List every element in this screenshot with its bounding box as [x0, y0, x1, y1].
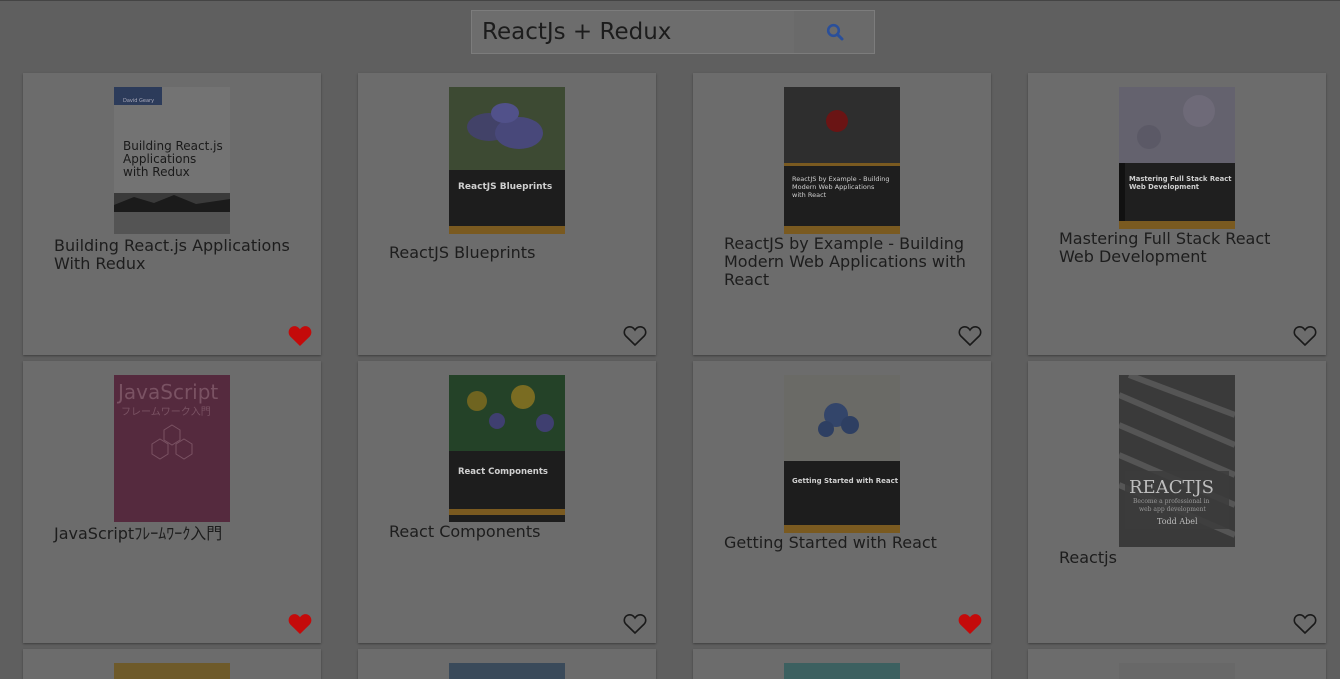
svg-text:David Geary: David Geary: [123, 98, 154, 104]
book-cover[interactable]: David Geary Building React.js Applicatio…: [114, 87, 230, 234]
book-cover-art: David Geary Building React.js Applicatio…: [114, 87, 230, 234]
svg-text:ReactJS by Example - Building: ReactJS by Example - Building: [792, 175, 890, 183]
svg-text:ReactJS Blueprints: ReactJS Blueprints: [458, 182, 552, 192]
heart-filled-icon: [958, 614, 982, 634]
book-card-partial: [693, 649, 991, 679]
book-title[interactable]: Reactjs: [1059, 549, 1309, 567]
search-bar: [471, 10, 875, 54]
book-card: ReactJS Blueprints ReactJS Blueprints: [358, 73, 656, 355]
book-card: React Components React Components: [358, 361, 656, 643]
book-card-partial: [23, 649, 321, 679]
book-cover[interactable]: REACTJS Become a professional in web app…: [1119, 375, 1235, 547]
svg-text:Mastering Full Stack React: Mastering Full Stack React: [1129, 175, 1232, 183]
book-title[interactable]: JavaScriptﾌﾚｰﾑﾜｰｸ入門: [54, 525, 304, 543]
book-cover-art: ReactJS by Example - Building Modern Web…: [784, 87, 900, 234]
book-card: Mastering Full Stack React Web Developme…: [1028, 73, 1326, 355]
svg-text:with Redux: with Redux: [123, 165, 190, 179]
favorite-button[interactable]: [623, 325, 649, 349]
favorite-button[interactable]: [1293, 325, 1319, 349]
top-border: [0, 0, 1340, 1]
svg-text:Applications: Applications: [123, 152, 196, 166]
book-cover[interactable]: Mastering Full Stack React Web Developme…: [1119, 87, 1235, 229]
favorite-button[interactable]: [623, 613, 649, 637]
favorite-button[interactable]: [958, 613, 984, 637]
book-card-partial: [1028, 649, 1326, 679]
book-card: ReactJS by Example - Building Modern Web…: [693, 73, 991, 355]
book-cover-art: React Components: [449, 375, 565, 522]
book-cover[interactable]: ReactJS by Example - Building Modern Web…: [784, 87, 900, 234]
heart-outline-icon: [958, 325, 982, 347]
favorite-button[interactable]: [1293, 613, 1319, 637]
svg-text:Building React.js: Building React.js: [123, 139, 223, 153]
book-cover-art: REACTJS Become a professional in web app…: [1119, 375, 1235, 547]
book-cover[interactable]: ReactJS Blueprints: [449, 87, 565, 234]
book-cover[interactable]: React Components: [449, 375, 565, 522]
heart-filled-icon: [288, 614, 312, 634]
svg-text:Getting Started with React: Getting Started with React: [792, 477, 899, 485]
book-cover-art: JavaScript フレームワーク入門: [114, 375, 230, 522]
book-cover[interactable]: [784, 663, 900, 679]
svg-text:React Components: React Components: [458, 467, 548, 477]
book-cover[interactable]: [1119, 663, 1235, 679]
book-cover[interactable]: Getting Started with React: [784, 375, 900, 533]
book-cover-art: ReactJS Blueprints: [449, 87, 565, 234]
book-cover[interactable]: [449, 663, 565, 679]
favorite-button[interactable]: [958, 325, 984, 349]
svg-text:Todd Abel: Todd Abel: [1157, 517, 1198, 526]
book-card: JavaScript フレームワーク入門 JavaScriptﾌﾚｰﾑﾜｰｸ入門: [23, 361, 321, 643]
book-title[interactable]: React Components: [389, 523, 639, 541]
heart-outline-icon: [1293, 613, 1317, 635]
book-cover-art: Mastering Full Stack React Web Developme…: [1119, 87, 1235, 229]
book-card: REACTJS Become a professional in web app…: [1028, 361, 1326, 643]
book-card: David Geary Building React.js Applicatio…: [23, 73, 321, 355]
book-title[interactable]: Mastering Full Stack React Web Developme…: [1059, 230, 1309, 266]
svg-text:JavaScript: JavaScript: [116, 380, 218, 404]
heart-outline-icon: [1293, 325, 1317, 347]
heart-filled-icon: [288, 326, 312, 346]
svg-text:web app development: web app development: [1139, 506, 1206, 513]
search-input[interactable]: [472, 11, 794, 53]
svg-text:Web Development: Web Development: [1129, 183, 1200, 191]
search-button[interactable]: [796, 11, 874, 53]
book-title[interactable]: Getting Started with React: [724, 534, 974, 552]
book-title[interactable]: ReactJS by Example - Building Modern Web…: [724, 235, 974, 289]
search-icon: [826, 23, 844, 41]
heart-outline-icon: [623, 325, 647, 347]
book-card-partial: [358, 649, 656, 679]
book-cover[interactable]: JavaScript フレームワーク入門: [114, 375, 230, 522]
book-card: Getting Started with React Getting Start…: [693, 361, 991, 643]
svg-text:Become a professional in: Become a professional in: [1133, 498, 1210, 505]
svg-text:Modern Web Applications: Modern Web Applications: [792, 183, 875, 191]
svg-text:with React: with React: [792, 191, 827, 199]
book-cover[interactable]: [114, 663, 230, 679]
favorite-button[interactable]: [288, 613, 314, 637]
svg-text:REACTJS: REACTJS: [1129, 477, 1214, 498]
book-cover-art: Getting Started with React: [784, 375, 900, 533]
favorite-button[interactable]: [288, 325, 314, 349]
book-title[interactable]: Building React.js Applications With Redu…: [54, 237, 304, 273]
svg-text:フレームワーク入門: フレームワーク入門: [121, 406, 211, 418]
book-title[interactable]: ReactJS Blueprints: [389, 244, 639, 262]
heart-outline-icon: [623, 613, 647, 635]
